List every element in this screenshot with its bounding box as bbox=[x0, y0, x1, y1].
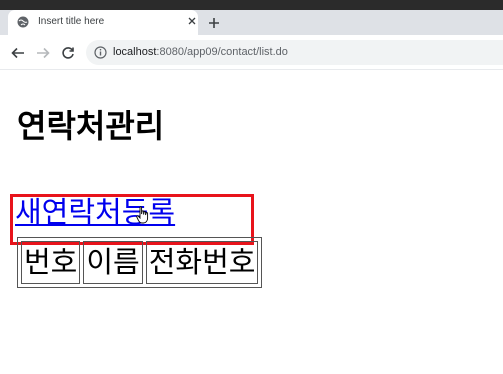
url-path: :8080/app09/contact/list.do bbox=[156, 46, 288, 58]
url-text: localhost:8080/app09/contact/list.do bbox=[113, 46, 288, 58]
tab-strip: Insert title here bbox=[0, 10, 503, 35]
hand-pointer-cursor-icon bbox=[136, 206, 149, 224]
column-header-phone: 전화번호 bbox=[145, 241, 259, 284]
contacts-table: 번호 이름 전화번호 bbox=[17, 237, 263, 288]
globe-icon bbox=[17, 16, 29, 28]
column-header-number: 번호 bbox=[21, 241, 81, 284]
reload-icon[interactable] bbox=[61, 46, 75, 60]
url-host: localhost bbox=[113, 46, 157, 58]
address-bar[interactable]: localhost:8080/app09/contact/list.do bbox=[86, 40, 503, 65]
window-top-bar bbox=[0, 0, 503, 10]
browser-tab[interactable]: Insert title here bbox=[8, 10, 198, 35]
tab-title: Insert title here bbox=[38, 16, 105, 27]
page-title: 연락처관리 bbox=[17, 107, 165, 145]
page-content: 연락처관리 새연락처등록 번호 이름 전화번호 bbox=[0, 70, 503, 374]
forward-arrow-icon[interactable] bbox=[36, 46, 50, 60]
column-header-name: 이름 bbox=[83, 241, 143, 284]
close-icon[interactable] bbox=[186, 15, 198, 27]
browser-toolbar: localhost:8080/app09/contact/list.do bbox=[0, 35, 503, 70]
table-header-row: 번호 이름 전화번호 bbox=[21, 241, 259, 284]
back-arrow-icon[interactable] bbox=[11, 46, 25, 60]
new-tab-icon[interactable] bbox=[206, 15, 222, 31]
info-icon[interactable] bbox=[94, 46, 107, 59]
